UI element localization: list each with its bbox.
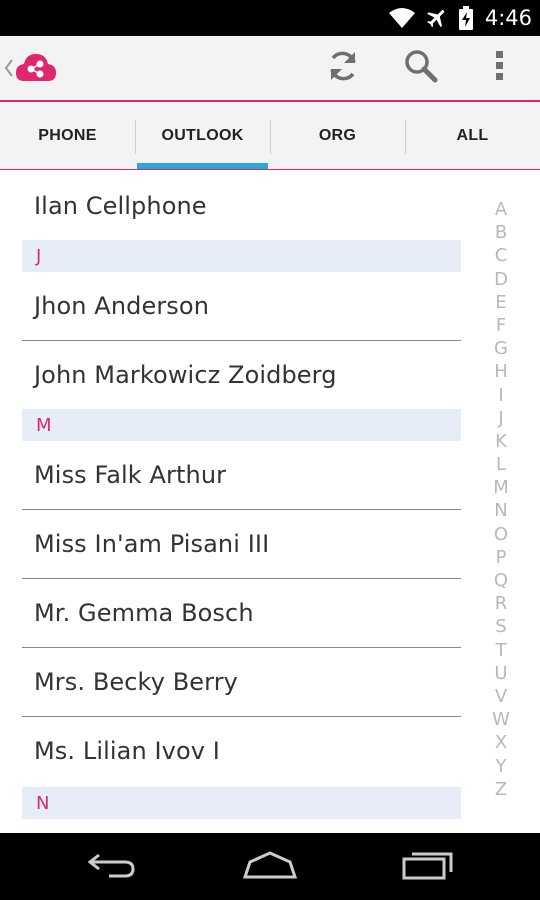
airplane-icon [425,6,449,30]
section-header-j: J [22,240,461,272]
alphabet-index[interactable]: A B C D E F G H I J K L M N O P Q R S T … [488,198,514,801]
index-letter[interactable]: Z [488,778,514,801]
contact-row[interactable]: Ms. Lilian Ivov I [22,717,461,785]
index-letter[interactable]: M [488,476,514,499]
search-button[interactable] [389,36,453,100]
status-icons: 4:46 [388,0,532,36]
index-letter[interactable]: P [488,546,514,569]
index-letter[interactable]: V [488,685,514,708]
index-letter[interactable]: D [488,268,514,291]
index-letter[interactable]: L [488,453,514,476]
index-letter[interactable]: W [488,708,514,731]
index-letter[interactable]: H [488,360,514,383]
contact-row[interactable]: Mrs. Becky Berry [22,648,461,716]
index-letter[interactable]: F [488,314,514,337]
index-letter[interactable]: Q [488,569,514,592]
refresh-button[interactable] [311,36,375,100]
contact-row[interactable]: Jhon Anderson [22,272,461,340]
home-icon [242,850,298,884]
contact-list[interactable]: Ilan Cellphone J Jhon Anderson John Mark… [22,172,461,819]
index-letter[interactable]: R [488,592,514,615]
action-bar [0,36,540,100]
tab-all[interactable]: ALL [405,102,540,170]
battery-charging-icon [458,6,473,30]
index-letter[interactable]: E [488,291,514,314]
wifi-icon [388,7,415,29]
contact-row[interactable]: Miss In'am Pisani III [22,510,461,578]
back-button[interactable] [67,843,157,891]
index-letter[interactable]: T [488,639,514,662]
overflow-menu-button[interactable] [468,36,532,100]
index-letter[interactable]: N [488,499,514,522]
home-button[interactable] [225,843,315,891]
recents-button[interactable] [383,843,473,891]
tab-org[interactable]: ORG [270,102,405,170]
index-letter[interactable]: I [488,384,514,407]
index-letter[interactable]: J [488,407,514,430]
index-letter[interactable]: C [488,244,514,267]
clock: 4:46 [484,6,532,30]
contact-row[interactable]: John Markowicz Zoidberg [22,341,461,409]
section-header-n: N [22,787,461,819]
index-letter[interactable]: K [488,430,514,453]
section-header-m: M [22,409,461,441]
search-icon [403,48,439,88]
tab-phone[interactable]: PHONE [0,102,135,170]
recents-icon [402,850,454,884]
tab-outlook[interactable]: OUTLOOK [135,102,270,170]
contact-row[interactable]: Mr. Gemma Bosch [22,579,461,647]
contact-row[interactable]: Miss Falk Arthur [22,441,461,509]
tab-bar-accent-line [0,169,540,170]
contact-row[interactable]: Ilan Cellphone [22,172,461,240]
index-letter[interactable]: A [488,198,514,221]
tab-bar: PHONE OUTLOOK ORG ALL [0,102,540,170]
overflow-menu-icon [495,50,505,86]
up-chevron-icon[interactable] [4,58,14,78]
index-letter[interactable]: B [488,221,514,244]
index-letter[interactable]: G [488,337,514,360]
index-letter[interactable]: U [488,662,514,685]
navigation-bar [0,833,540,900]
app-logo-icon[interactable] [16,51,56,85]
index-letter[interactable]: S [488,615,514,638]
back-icon [87,851,137,883]
refresh-icon [325,48,361,88]
index-letter[interactable]: Y [488,755,514,778]
index-letter[interactable]: O [488,523,514,546]
index-letter[interactable]: X [488,731,514,754]
status-bar: 4:46 [0,0,540,36]
